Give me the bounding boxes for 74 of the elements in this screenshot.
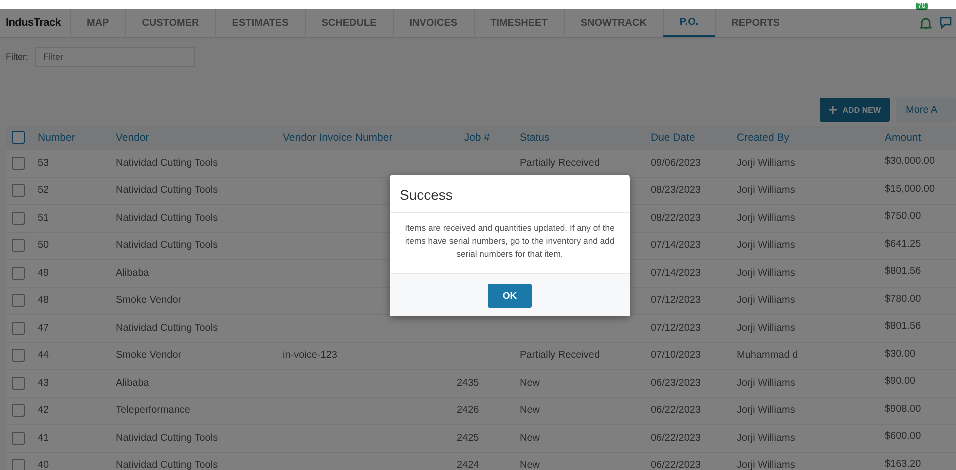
table-cell: in-voice-123 bbox=[283, 350, 338, 362]
table-cell: $641.25 bbox=[885, 238, 922, 250]
table-cell: Smoke Vendor bbox=[116, 295, 182, 306]
table-cell-text: 2425 bbox=[456, 432, 480, 444]
table-cell: 07/14/2023 bbox=[651, 268, 702, 279]
filter-label: Filter: bbox=[6, 52, 28, 62]
table-cell: 08/22/2023 bbox=[651, 212, 702, 224]
table-cell: $600.00 bbox=[885, 431, 922, 442]
table-cell: New bbox=[520, 405, 540, 416]
table-cell: 40 bbox=[38, 460, 50, 470]
table-cell: 50 bbox=[38, 240, 50, 252]
table-cell: New bbox=[520, 460, 540, 470]
table-cell: 06/22/2023 bbox=[651, 460, 702, 470]
table-cell: Natividad Cutting Tools bbox=[116, 322, 218, 334]
table-cell: 06/22/2023 bbox=[651, 405, 702, 416]
table-cell-text: 2435 bbox=[456, 378, 480, 389]
table-cell: 07/10/2023 bbox=[651, 350, 702, 362]
table-cell: 42 bbox=[38, 405, 50, 416]
table-cell: 07/12/2023 bbox=[651, 322, 702, 334]
table-cell: 06/23/2023 bbox=[651, 378, 702, 389]
table-cell: 43 bbox=[38, 378, 50, 389]
table-cell: 49 bbox=[38, 268, 50, 279]
table-cell: 41 bbox=[38, 432, 50, 444]
table-cell: Jorji Williams bbox=[737, 432, 796, 444]
table-cell: $801.56 bbox=[885, 266, 922, 277]
table-cell: 48 bbox=[38, 295, 50, 306]
table-cell: New bbox=[520, 378, 540, 389]
table-cell-text: 2424 bbox=[456, 460, 480, 470]
table-cell: Smoke Vendor bbox=[116, 350, 182, 362]
table-cell: Jorji Williams bbox=[737, 295, 796, 306]
table-cell: $750.00 bbox=[885, 211, 922, 222]
table-cell: 06/22/2023 bbox=[651, 432, 702, 444]
table-cell: Teleperformance bbox=[116, 405, 190, 416]
table-cell: Muhammad d bbox=[737, 350, 798, 362]
table-cell: Jorji Williams bbox=[737, 322, 796, 334]
table-cell: 08/23/2023 bbox=[651, 185, 702, 196]
table-cell: Jorji Williams bbox=[737, 268, 796, 279]
table-cell: $30,000.00 bbox=[885, 156, 936, 167]
table-cell: 53 bbox=[38, 158, 50, 169]
table-cell: $780.00 bbox=[885, 294, 922, 304]
table-cell: Jorji Williams bbox=[737, 378, 796, 389]
table-cell: $90.00 bbox=[885, 376, 916, 387]
table-cell: New bbox=[520, 432, 540, 444]
table-cell: Partially Received bbox=[520, 350, 600, 362]
table-cell: Natividad Cutting Tools bbox=[116, 158, 218, 169]
table-cell-text: 2426 bbox=[456, 405, 480, 416]
table-cell: 44 bbox=[38, 350, 50, 362]
table-cell: $15,000.00 bbox=[885, 184, 936, 194]
table-cell: 47 bbox=[38, 322, 50, 334]
table-cell: Jorji Williams bbox=[737, 240, 796, 252]
table-cell: Natividad Cutting Tools bbox=[116, 460, 218, 470]
table-cell: 07/14/2023 bbox=[651, 240, 702, 252]
table-cell: Natividad Cutting Tools bbox=[116, 432, 218, 444]
table-cell: Alibaba bbox=[116, 378, 150, 389]
table-cell: Natividad Cutting Tools bbox=[116, 240, 218, 252]
table-cell: $801.56 bbox=[885, 321, 922, 332]
table-cell: Alibaba bbox=[116, 268, 150, 279]
dialog-message: Items are received and quantities updated. If any of the items have serial numbers, go to the inventory and add serial numbers for that item. bbox=[404, 222, 616, 261]
table-cell: Jorji Williams bbox=[737, 212, 796, 224]
table-cell: $908.00 bbox=[885, 404, 922, 414]
table-cell: 09/06/2023 bbox=[651, 158, 702, 169]
table-cell: Natividad Cutting Tools bbox=[116, 212, 218, 224]
table-cell: Jorji Williams bbox=[737, 158, 796, 169]
table-cell: Jorji Williams bbox=[737, 185, 796, 196]
table-cell: Natividad Cutting Tools bbox=[116, 185, 218, 196]
table-cell: 52 bbox=[38, 185, 50, 196]
table-cell: $163.20 bbox=[885, 458, 922, 470]
table-cell: Jorji Williams bbox=[737, 460, 796, 470]
table-cell: Partially Received bbox=[520, 158, 600, 169]
table-cell: Jorji Williams bbox=[737, 405, 796, 416]
table-cell: $30.00 bbox=[885, 348, 916, 360]
table-cell: 51 bbox=[38, 212, 50, 224]
table-cell: 07/12/2023 bbox=[651, 295, 702, 306]
dialog-title: Success bbox=[390, 175, 630, 213]
